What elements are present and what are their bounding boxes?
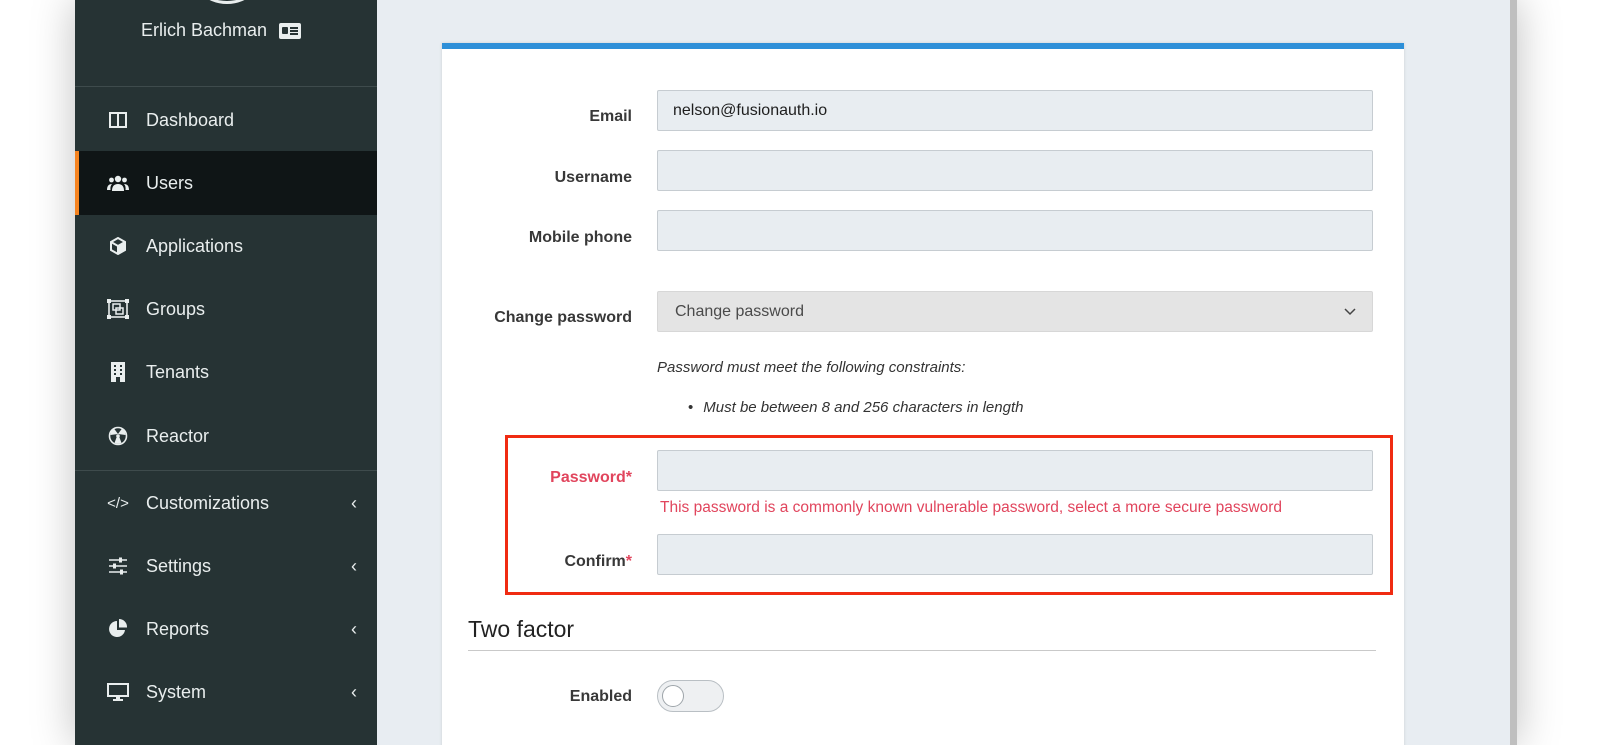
password-label-text: Password xyxy=(550,469,626,486)
mobile-phone-field[interactable] xyxy=(657,210,1373,251)
sidebar-item-label: Dashboard xyxy=(146,109,235,130)
two-factor-toggle[interactable] xyxy=(657,680,724,712)
sidebar-item-applications[interactable]: Applications xyxy=(75,214,377,278)
pie-chart-icon xyxy=(107,618,129,640)
email-label: Email xyxy=(589,108,632,125)
building-icon xyxy=(107,361,129,383)
enabled-label: Enabled xyxy=(569,688,632,705)
change-password-label: Change password xyxy=(494,309,632,326)
sidebar-item-settings[interactable]: Settings ‹ xyxy=(75,534,377,598)
required-asterisk: * xyxy=(625,469,632,486)
sidebar: Erlich Bachman Dashboard Users Applicati… xyxy=(75,0,377,745)
password-constraints-intro: Password must meet the following constra… xyxy=(657,359,966,376)
user-profile[interactable]: Erlich Bachman xyxy=(141,20,302,41)
confirm-label: Confirm* xyxy=(442,553,632,571)
change-password-select[interactable]: Change password xyxy=(657,291,1373,332)
select-value: Change password xyxy=(675,303,804,320)
confirm-label-text: Confirm xyxy=(564,553,626,570)
sidebar-item-label: Applications xyxy=(146,235,244,256)
password-error-message: This password is a commonly known vulner… xyxy=(660,499,1282,516)
sidebar-item-dashboard[interactable]: Dashboard xyxy=(75,88,377,152)
mobile-phone-label: Mobile phone xyxy=(528,229,632,246)
sidebar-item-label: Users xyxy=(146,172,194,193)
chevron-left-icon: ‹ xyxy=(351,681,357,702)
two-factor-heading: Two factor xyxy=(468,616,575,642)
desktop-icon xyxy=(107,681,129,703)
sidebar-item-reports[interactable]: Reports ‹ xyxy=(75,597,377,661)
users-icon xyxy=(107,172,129,194)
bullet-icon: • xyxy=(688,399,694,416)
section-divider xyxy=(468,650,1376,651)
password-label: Password* xyxy=(442,469,632,487)
chevron-left-icon: ‹ xyxy=(351,555,357,576)
sidebar-item-label: Reports xyxy=(146,618,210,639)
toggle-knob xyxy=(662,685,684,707)
app-window: Erlich Bachman Dashboard Users Applicati… xyxy=(75,0,1517,745)
password-field[interactable] xyxy=(657,450,1373,491)
username-field[interactable] xyxy=(657,150,1373,191)
radiation-icon xyxy=(107,425,129,447)
avatar[interactable] xyxy=(187,0,267,4)
sidebar-divider xyxy=(75,86,377,87)
sidebar-item-customizations[interactable]: </> Customizations ‹ xyxy=(75,471,377,535)
sidebar-item-users[interactable]: Users xyxy=(75,151,377,215)
sidebar-item-groups[interactable]: Groups xyxy=(75,277,377,341)
required-asterisk: * xyxy=(625,553,632,570)
id-card-icon[interactable] xyxy=(279,22,302,39)
sliders-icon xyxy=(107,555,129,577)
cube-icon xyxy=(107,235,129,257)
edit-user-form: Email Username Mobile phone Change passw… xyxy=(442,43,1404,745)
sidebar-item-label: Tenants xyxy=(146,361,210,382)
sidebar-item-label: Customizations xyxy=(146,492,270,513)
chevron-down-icon xyxy=(1344,292,1356,331)
sidebar-item-label: Settings xyxy=(146,555,212,576)
username-label: Username xyxy=(554,169,632,186)
constraint-list-item: • Must be between 8 and 256 characters in… xyxy=(688,399,1023,416)
object-group-icon xyxy=(107,298,129,320)
sidebar-item-reactor[interactable]: Reactor xyxy=(75,404,377,468)
sidebar-item-label: Groups xyxy=(146,298,206,319)
user-name: Erlich Bachman xyxy=(141,20,268,40)
sidebar-item-tenants[interactable]: Tenants xyxy=(75,340,377,404)
columns-icon xyxy=(107,109,129,131)
sidebar-item-label: Reactor xyxy=(146,425,210,446)
chevron-left-icon: ‹ xyxy=(351,618,357,639)
confirm-password-field[interactable] xyxy=(657,534,1373,575)
email-field[interactable] xyxy=(657,90,1373,131)
constraint-text: Must be between 8 and 256 characters in … xyxy=(703,399,1024,416)
chevron-left-icon: ‹ xyxy=(351,492,357,513)
sidebar-item-system[interactable]: System ‹ xyxy=(75,660,377,724)
sidebar-item-label: System xyxy=(146,681,207,702)
window-edge xyxy=(1510,0,1517,745)
code-icon: </> xyxy=(107,494,129,512)
